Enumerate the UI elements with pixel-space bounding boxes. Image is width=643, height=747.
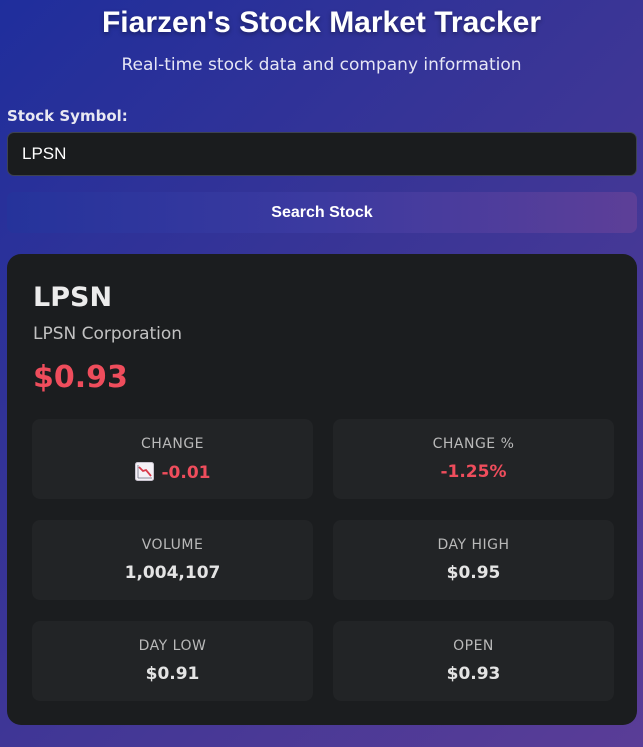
stat-change: CHANGE -0.01 (32, 419, 313, 499)
company-name: LPSN Corporation (33, 324, 183, 344)
stock-symbol-label: Stock Symbol: (7, 107, 128, 125)
page-title: Fiarzen's Stock Market Tracker (101, 6, 541, 39)
stock-symbol: LPSN (33, 282, 113, 313)
stat-label: OPEN (453, 638, 494, 654)
stat-value: -0.01 (32, 462, 313, 483)
stat-label: DAY HIGH (437, 537, 510, 553)
stat-label: CHANGE % (432, 436, 515, 452)
page-subtitle: Real-time stock data and company informa… (121, 55, 522, 75)
stat-value: $0.91 (145, 664, 200, 684)
search-stock-button[interactable]: Search Stock (7, 192, 637, 233)
stat-value: $0.95 (446, 563, 501, 583)
stat-day-high: DAY HIGH $0.95 (333, 520, 614, 600)
chart-decreasing-icon (134, 462, 154, 481)
stat-value: -1.25% (440, 462, 507, 482)
stat-volume: VOLUME 1,004,107 (32, 520, 313, 600)
change-value: -0.01 (161, 463, 211, 483)
stat-open: OPEN $0.93 (333, 621, 614, 701)
stock-price: $0.93 (33, 360, 128, 395)
stat-label: VOLUME (141, 537, 204, 553)
stock-symbol-input[interactable] (7, 132, 637, 176)
stat-change-pct: CHANGE % -1.25% (333, 419, 614, 499)
stat-day-low: DAY LOW $0.91 (32, 621, 313, 701)
stat-label: DAY LOW (138, 638, 207, 654)
stat-value: 1,004,107 (124, 563, 221, 583)
stat-label: CHANGE (140, 436, 205, 452)
stock-result-card: LPSN LPSN Corporation $0.93 CHANGE -0.01… (7, 254, 637, 725)
stat-value: $0.93 (446, 664, 501, 684)
